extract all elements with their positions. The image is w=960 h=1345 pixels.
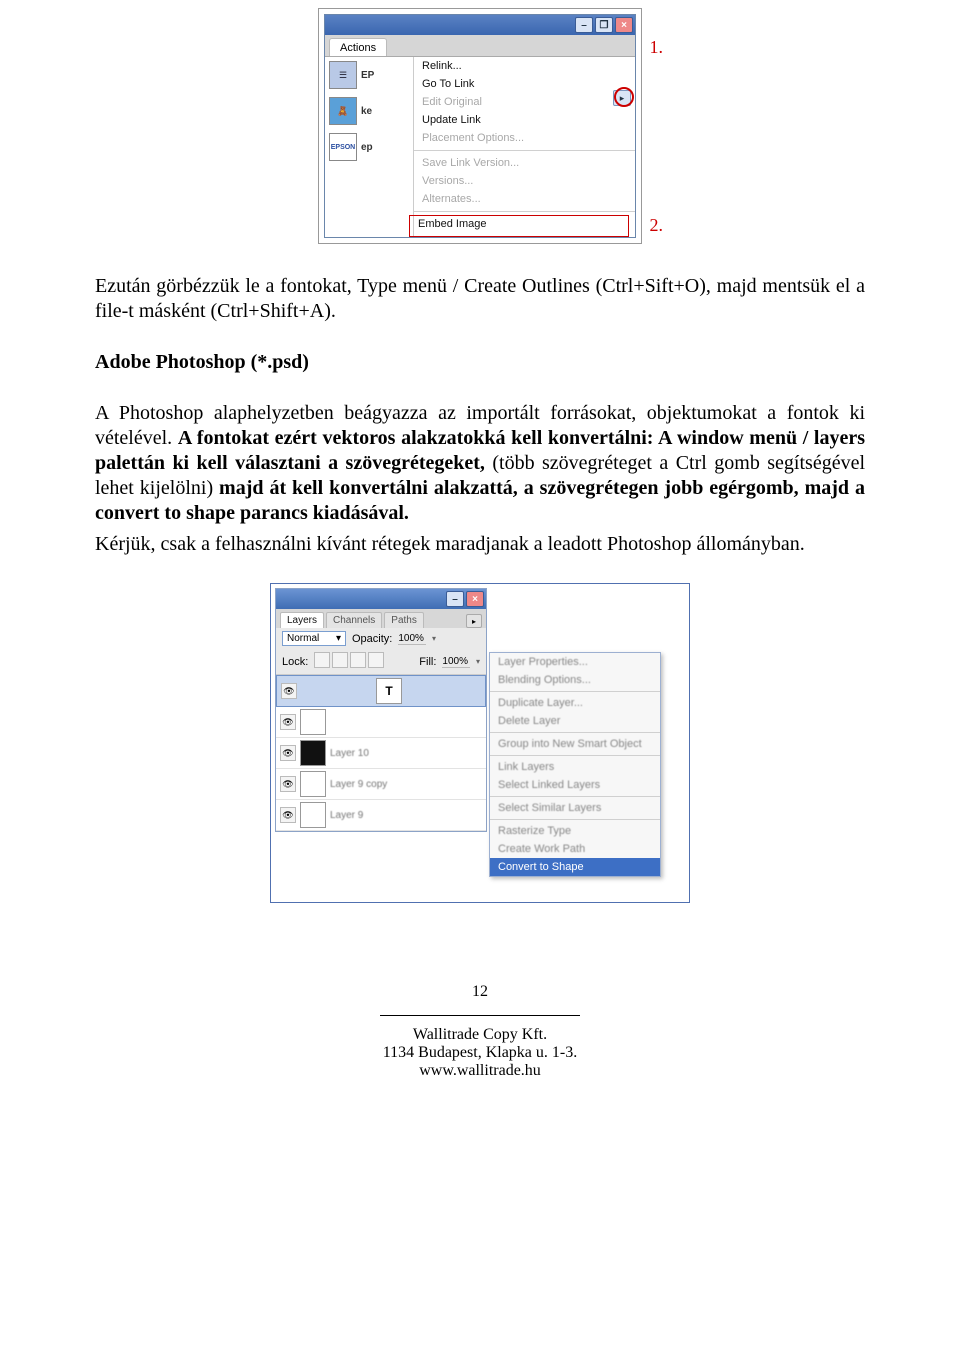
restore-button[interactable]: ❐ xyxy=(595,17,613,33)
layer-list: 👁 T 👁 👁 Layer 10 👁 xyxy=(276,675,486,831)
menu-go-to-link[interactable]: Go To Link xyxy=(414,75,635,93)
menu-blending-options[interactable]: Blending Options... xyxy=(490,671,660,689)
visibility-toggle[interactable]: 👁 xyxy=(280,807,296,823)
link-label: ke xyxy=(361,106,372,117)
menu-select-similar[interactable]: Select Similar Layers xyxy=(490,799,660,817)
menu-layer-properties[interactable]: Layer Properties... xyxy=(490,653,660,671)
menu-embed-image[interactable]: Embed Image xyxy=(410,216,628,233)
paragraph: Kérjük, csak a felhasználni kívánt réteg… xyxy=(95,532,865,557)
layer-name: Layer 9 copy xyxy=(330,779,387,790)
menu-separator xyxy=(414,150,635,151)
layer-thumbnail xyxy=(300,740,326,766)
menu-placement-options: Placement Options... xyxy=(414,129,635,147)
layer-thumbnail xyxy=(300,771,326,797)
menu-separator xyxy=(490,732,660,733)
opacity-label: Opacity: xyxy=(352,633,392,645)
menu-create-work-path[interactable]: Create Work Path xyxy=(490,840,660,858)
callout-rect-2: Embed Image xyxy=(409,215,629,237)
panel-flyout-menu: Relink... Go To Link Edit Original Updat… xyxy=(414,57,635,237)
menu-update-link[interactable]: Update Link xyxy=(414,111,635,129)
tab-paths[interactable]: Paths xyxy=(384,612,424,628)
link-item[interactable]: EPSON ep xyxy=(325,129,413,165)
menu-link-layers[interactable]: Link Layers xyxy=(490,758,660,776)
indesign-links-panel-figure: – ❐ × Actions ▸ ☰ EP xyxy=(318,8,642,244)
footer-separator xyxy=(380,1015,580,1016)
page-footer: 12 Wallitrade Copy Kft. 1134 Budapest, K… xyxy=(95,983,865,1080)
paragraph: Ezután görbézzük le a fontokat, Type men… xyxy=(95,274,865,324)
layer-item[interactable]: 👁 Layer 10 xyxy=(276,738,486,769)
lock-label: Lock: xyxy=(282,656,308,668)
minimize-button[interactable]: – xyxy=(575,17,593,33)
footer-line: Wallitrade Copy Kft. xyxy=(95,1026,865,1044)
tab-channels[interactable]: Channels xyxy=(326,612,382,628)
visibility-toggle[interactable]: 👁 xyxy=(280,745,296,761)
panel-flyout-button[interactable]: ▸ xyxy=(466,614,482,628)
callout-number-2: 2. xyxy=(650,215,664,236)
type-layer-icon: T xyxy=(376,678,402,704)
fill-label: Fill: xyxy=(419,656,436,668)
layer-item[interactable]: 👁 Layer 9 xyxy=(276,800,486,831)
menu-relink[interactable]: Relink... xyxy=(414,57,635,75)
visibility-toggle[interactable]: 👁 xyxy=(281,683,297,699)
panel-titlebar: – ❐ × xyxy=(325,15,635,35)
menu-rasterize-type[interactable]: Rasterize Type xyxy=(490,822,660,840)
menu-group-smart-object[interactable]: Group into New Smart Object xyxy=(490,735,660,753)
links-thumbnail-list: ☰ EP 🧸 ke EPSON ep xyxy=(325,57,414,237)
link-item[interactable]: 🧸 ke xyxy=(325,93,413,129)
chevron-down-icon[interactable]: ▾ xyxy=(432,634,436,643)
blend-mode-value: Normal xyxy=(287,633,319,644)
tab-actions[interactable]: Actions xyxy=(329,38,387,56)
layer-thumbnail xyxy=(300,802,326,828)
footer-line: 1134 Budapest, Klapka u. 1-3. xyxy=(95,1044,865,1062)
opacity-value[interactable]: 100% xyxy=(398,633,426,645)
panel-titlebar: – × xyxy=(276,589,486,609)
callout-number-1: 1. xyxy=(650,37,664,58)
fill-value[interactable]: 100% xyxy=(442,656,470,668)
link-label: ep xyxy=(361,142,373,153)
layer-name: Layer 10 xyxy=(330,748,369,759)
lock-buttons[interactable] xyxy=(314,652,386,671)
menu-separator xyxy=(414,211,635,212)
layer-item[interactable]: 👁 T xyxy=(276,675,486,707)
menu-select-linked[interactable]: Select Linked Layers xyxy=(490,776,660,794)
menu-save-link-version: Save Link Version... xyxy=(414,154,635,172)
menu-separator xyxy=(490,691,660,692)
layer-item[interactable]: 👁 xyxy=(276,707,486,738)
menu-versions: Versions... xyxy=(414,172,635,190)
layer-name: Layer 9 xyxy=(330,810,363,821)
photoshop-layers-panel-figure: – × Layers Channels Paths ▸ Normal ▾ Opa… xyxy=(270,583,690,903)
blend-mode-select[interactable]: Normal ▾ xyxy=(282,631,346,646)
menu-duplicate-layer[interactable]: Duplicate Layer... xyxy=(490,694,660,712)
menu-alternates: Alternates... xyxy=(414,190,635,208)
layer-thumbnail xyxy=(300,709,326,735)
page-number: 12 xyxy=(95,983,865,1001)
minimize-button[interactable]: – xyxy=(446,591,464,607)
visibility-toggle[interactable]: 👁 xyxy=(280,776,296,792)
layer-item[interactable]: 👁 Layer 9 copy xyxy=(276,769,486,800)
menu-delete-layer[interactable]: Delete Layer xyxy=(490,712,660,730)
menu-edit-original: Edit Original xyxy=(414,93,635,111)
tab-layers[interactable]: Layers xyxy=(280,612,324,628)
footer-line: www.wallitrade.hu xyxy=(95,1062,865,1080)
chevron-down-icon: ▾ xyxy=(336,633,341,644)
chevron-down-icon[interactable]: ▾ xyxy=(476,657,480,666)
visibility-toggle[interactable]: 👁 xyxy=(280,714,296,730)
layer-context-menu: Layer Properties... Blending Options... … xyxy=(489,652,661,877)
menu-separator xyxy=(490,755,660,756)
menu-separator xyxy=(490,796,660,797)
paragraph: A Photoshop alaphelyzetben beágyazza az … xyxy=(95,401,865,526)
menu-convert-to-shape[interactable]: Convert to Shape xyxy=(490,858,660,876)
close-button[interactable]: × xyxy=(615,17,633,33)
link-label: EP xyxy=(361,70,374,81)
link-item[interactable]: ☰ EP xyxy=(325,57,413,93)
menu-separator xyxy=(490,819,660,820)
close-button[interactable]: × xyxy=(466,591,484,607)
callout-circle-1 xyxy=(614,87,634,107)
heading-adobe-photoshop: Adobe Photoshop (*.psd) xyxy=(95,350,865,375)
